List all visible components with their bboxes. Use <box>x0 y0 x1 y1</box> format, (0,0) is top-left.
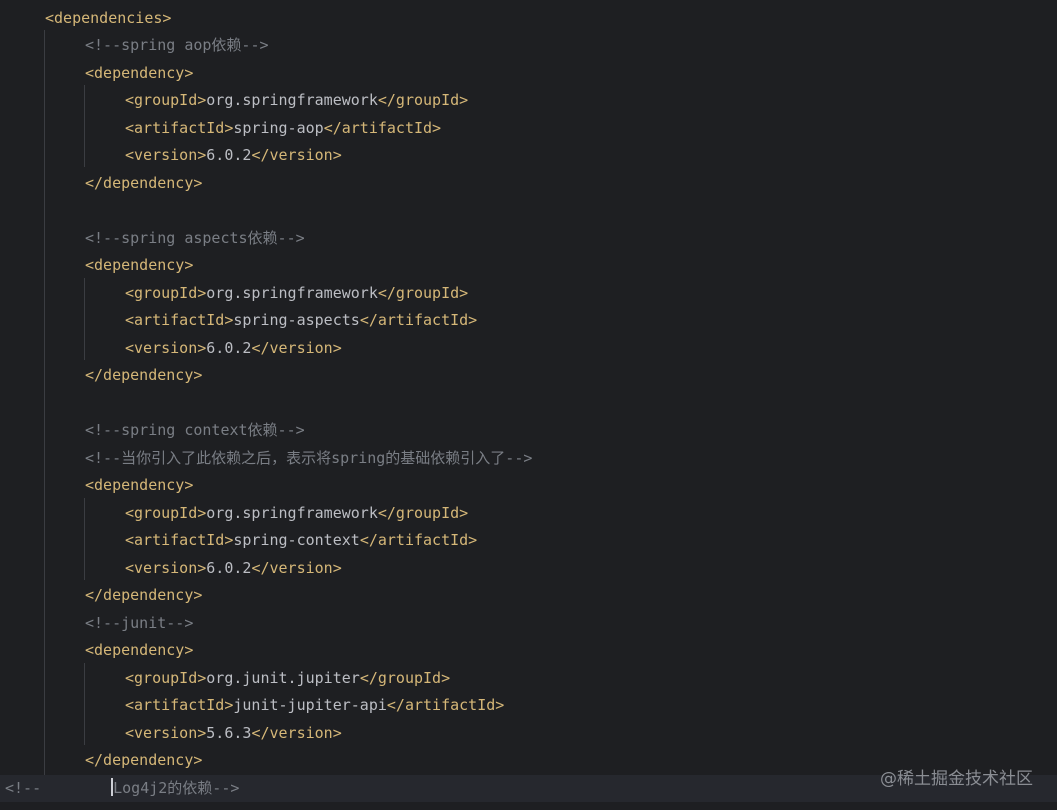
xml-open-tag: <artifactId> <box>125 311 234 329</box>
xml-value: org.springframework <box>206 503 378 522</box>
code-line[interactable]: <!--junit--> <box>0 610 1057 638</box>
xml-value: spring-context <box>233 531 360 549</box>
xml-open-tag: <version> <box>125 338 207 357</box>
code-editor[interactable]: <dependencies> <!--spring aop依赖--> <depend… <box>0 0 1057 810</box>
xml-close-tag: </groupId> <box>377 91 469 109</box>
code-line[interactable]: <version>6.0.2</version> <box>0 142 1057 170</box>
code-line[interactable]: <groupId>org.springframework</groupId> <box>0 500 1057 528</box>
code-line[interactable]: <dependencies> <box>0 5 1057 33</box>
xml-comment: <!--spring aop依赖--> <box>85 36 269 54</box>
xml-open-tag: <groupId> <box>125 668 207 687</box>
xml-value: 6.0.2 <box>206 146 252 164</box>
code-line[interactable]: </dependency> <box>0 170 1057 198</box>
xml-close-tag: </version> <box>251 338 342 357</box>
xml-open-tag: <version> <box>125 558 207 577</box>
xml-value: spring-aop <box>233 118 324 137</box>
xml-open-tag: <groupId> <box>125 503 207 522</box>
code-line[interactable]: <groupId>org.springframework</groupId> <box>0 87 1057 115</box>
code-line[interactable]: <groupId>org.springframework</groupId> <box>0 280 1057 308</box>
code-line[interactable] <box>0 197 1057 225</box>
xml-close-tag: </artifactId> <box>359 311 478 329</box>
xml-comment: <!--junit--> <box>85 613 194 632</box>
code-line[interactable]: <dependency> <box>0 252 1057 280</box>
code-line[interactable]: </dependency> <box>0 362 1057 390</box>
xml-close-tag: </groupId> <box>359 668 451 687</box>
xml-open-tag: <artifactId> <box>125 696 234 714</box>
xml-close-tag: </version> <box>251 146 342 164</box>
xml-value: org.springframework <box>206 91 378 109</box>
xml-open-tag: <artifactId> <box>125 118 234 137</box>
watermark: @稀土掘金技术社区 <box>880 769 1033 789</box>
code-line[interactable]: <artifactId>spring-context</artifactId> <box>0 527 1057 555</box>
code-line[interactable]: <version>5.6.3</version> <box>0 720 1057 748</box>
xml-value: spring-aspects <box>233 311 360 329</box>
code-line[interactable]: <dependency> <box>0 637 1057 665</box>
xml-close-tag: </version> <box>251 558 342 577</box>
code-line[interactable]: <!--spring aspects依赖--> <box>0 225 1057 253</box>
code-line[interactable]: <version>6.0.2</version> <box>0 335 1057 363</box>
xml-value: 6.0.2 <box>206 558 252 577</box>
code-line[interactable]: <artifactId>spring-aspects</artifactId> <box>0 307 1057 335</box>
code-line[interactable]: <artifactId>spring-aop</artifactId> <box>0 115 1057 143</box>
code-line[interactable]: </dependency> <box>0 582 1057 610</box>
xml-open-tag: <version> <box>125 146 207 164</box>
xml-tag: <dependency> <box>85 641 194 659</box>
xml-value: 5.6.3 <box>206 723 252 742</box>
xml-open-tag: <groupId> <box>125 91 207 109</box>
xml-close-tag: </artifactId> <box>386 696 505 714</box>
code-line[interactable]: <groupId>org.junit.jupiter</groupId> <box>0 665 1057 693</box>
xml-close-tag: </version> <box>251 723 342 742</box>
xml-tag: </dependency> <box>85 173 203 192</box>
xml-close-tag: </groupId> <box>377 503 469 522</box>
xml-tag: </dependency> <box>85 366 203 384</box>
xml-value: org.springframework <box>206 283 378 302</box>
xml-tag: </dependency> <box>85 751 203 769</box>
xml-tag: <dependency> <box>85 63 194 82</box>
xml-value: org.junit.jupiter <box>206 668 360 687</box>
code-line[interactable]: <!--spring context依赖--> <box>0 417 1057 445</box>
xml-open-tag: <artifactId> <box>125 531 234 549</box>
code-line[interactable]: <artifactId>junit-jupiter-api</artifactI… <box>0 692 1057 720</box>
code-line[interactable]: <dependency> <box>0 472 1057 500</box>
code-line[interactable]: <version>6.0.2</version> <box>0 555 1057 583</box>
xml-tag: <dependency> <box>85 256 194 274</box>
code-line[interactable]: <!--spring aop依赖--> <box>0 32 1057 60</box>
code-line[interactable] <box>0 390 1057 418</box>
xml-comment: <!--spring aspects依赖--> <box>85 228 305 247</box>
xml-tag: </dependency> <box>85 586 203 604</box>
xml-comment: <!--spring context依赖--> <box>85 421 305 439</box>
xml-tag: <dependency> <box>85 476 194 494</box>
xml-value: junit-jupiter-api <box>233 696 387 714</box>
xml-tag: <dependencies> <box>45 8 172 27</box>
xml-value: 6.0.2 <box>206 338 252 357</box>
xml-close-tag: </groupId> <box>377 283 469 302</box>
xml-open-tag: <version> <box>125 723 207 742</box>
code-line[interactable]: <dependency> <box>0 60 1057 88</box>
xml-close-tag: </artifactId> <box>359 531 478 549</box>
comment-prefix: <!-- <box>5 778 42 797</box>
xml-close-tag: </artifactId> <box>323 118 442 137</box>
xml-comment: <!--当你引入了此依赖之后，表示将spring的基础依赖引入了--> <box>85 448 533 467</box>
xml-open-tag: <groupId> <box>125 283 207 302</box>
comment-text: Log4j2的依赖--> <box>113 778 240 797</box>
code-line[interactable]: <!--当你引入了此依赖之后，表示将spring的基础依赖引入了--> <box>0 445 1057 473</box>
